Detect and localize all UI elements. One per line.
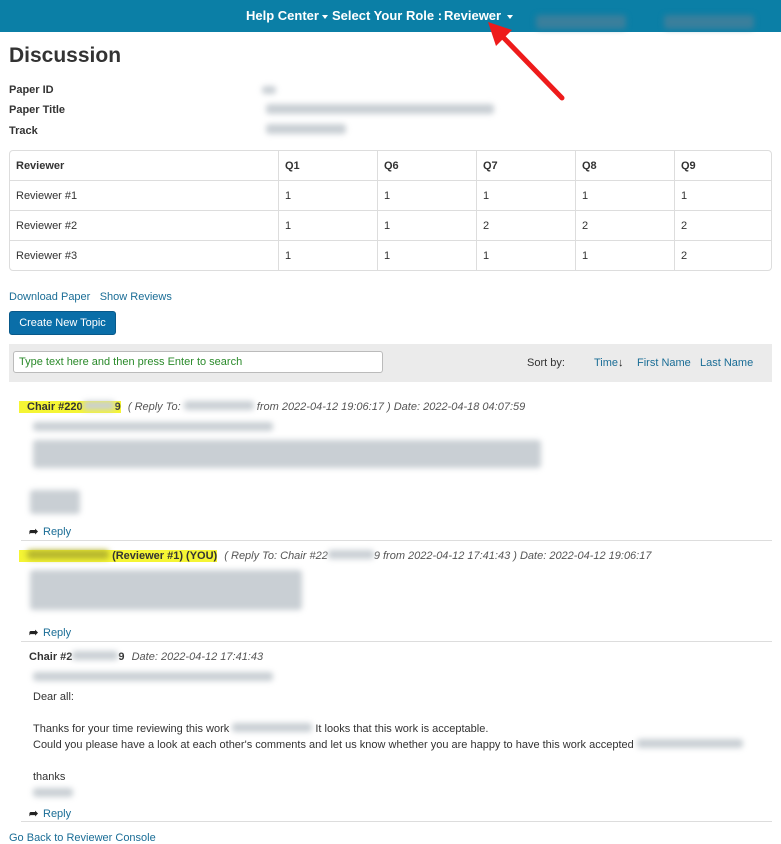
- col-header: Q8: [575, 151, 674, 180]
- cell: 1: [476, 240, 575, 270]
- cell: Reviewer #2: [10, 210, 278, 240]
- message-info: ( Reply To: Chair #22 9 from 2022-04-12 1…: [224, 550, 651, 562]
- top-nav-bar: Help Center Select Your Role : Reviewer: [0, 0, 781, 32]
- reply-to-label: ( Reply To:: [127, 401, 181, 413]
- cell: 1: [476, 180, 575, 210]
- message-body-redacted: [33, 672, 273, 681]
- col-header: Q1: [278, 151, 377, 180]
- sort-last-name-link[interactable]: Last Name: [700, 357, 753, 369]
- search-sort-bar: Sort by: Time↓ First Name Last Name: [9, 344, 772, 382]
- message-signoff: thanks: [33, 771, 66, 783]
- cell: Reviewer #1: [10, 180, 278, 210]
- message-header: Chair #2 9 Date: 2022-04-12 17:41:43: [29, 651, 263, 663]
- cell: 1: [377, 240, 476, 270]
- paper-title-value-redacted: [266, 104, 494, 114]
- cell: 2: [674, 240, 771, 270]
- reply-button[interactable]: ➦ Reply: [29, 525, 71, 538]
- author-suffix: 9: [114, 401, 121, 413]
- message-line: Thanks for your time reviewing this work…: [33, 723, 488, 735]
- cell: 1: [674, 180, 771, 210]
- track-value-redacted: [266, 124, 346, 134]
- paper-id-label: Paper ID: [9, 84, 54, 96]
- message-text: Thanks for your time reviewing this work: [33, 723, 230, 735]
- message-dates: 9 from 2022-04-12 17:41:43 ) Date: 2022-…: [373, 550, 652, 562]
- back-to-console-link[interactable]: Go Back to Reviewer Console: [9, 832, 156, 844]
- divider: [21, 821, 772, 822]
- reply-label: Reply: [43, 627, 72, 639]
- message-body-redacted: [33, 422, 273, 431]
- scores-table: Reviewer Q1 Q6 Q7 Q8 Q9 Reviewer #1 1 1 …: [9, 150, 772, 271]
- cell: 1: [377, 210, 476, 240]
- paper-title-label: Paper Title: [9, 104, 66, 116]
- message-text: Could you please have a look at each oth…: [33, 739, 634, 751]
- table-row: Reviewer #1 1 1 1 1 1: [10, 180, 771, 210]
- reply-arrow-icon: ➦: [29, 808, 39, 820]
- message-greeting: Dear all:: [33, 691, 74, 703]
- author-name: Chair #2: [29, 651, 73, 663]
- track-label: Track: [9, 125, 38, 137]
- cell: 1: [377, 180, 476, 210]
- cell: 1: [278, 180, 377, 210]
- message-date: Date: 2022-04-12 17:41:43: [131, 651, 264, 663]
- author-name: (Reviewer #1) (YOU): [112, 550, 218, 562]
- col-header: Reviewer: [16, 159, 65, 172]
- cell: 2: [575, 210, 674, 240]
- message-signature-redacted: [30, 490, 80, 514]
- cell: Reviewer #3: [10, 240, 278, 270]
- cell: 2: [674, 210, 771, 240]
- author-suffix: 9: [118, 651, 125, 663]
- message-author: (Reviewer #1) (YOU): [19, 550, 218, 562]
- table-row: Reviewer #3 1 1 1 1 2: [10, 240, 771, 270]
- message-info: ( Reply To: from 2022-04-12 19:06:17 ) D…: [128, 401, 525, 413]
- col-header: Q9: [674, 151, 771, 180]
- sort-time-label: Time: [594, 357, 619, 369]
- reply-button[interactable]: ➦ Reply: [29, 807, 71, 820]
- divider: [21, 641, 772, 642]
- col-header: Q7: [476, 151, 575, 180]
- author-name: Chair #220: [27, 401, 83, 413]
- arrow-down-icon: ↓: [618, 357, 624, 369]
- search-input[interactable]: [13, 351, 383, 373]
- create-new-topic-button[interactable]: Create New Topic: [9, 311, 116, 335]
- reply-arrow-icon: ➦: [29, 526, 39, 538]
- message-dates: from 2022-04-12 19:06:17 ) Date: 2022-04…: [256, 401, 526, 413]
- reply-label: Reply: [43, 808, 72, 820]
- sort-time-link[interactable]: Time↓: [594, 357, 624, 369]
- caret-down-icon: [321, 14, 328, 19]
- message-text: It looks that this work is acceptable.: [315, 723, 489, 735]
- table-header-row: Reviewer Q1 Q6 Q7 Q8 Q9: [10, 151, 771, 180]
- cell: 1: [575, 240, 674, 270]
- reply-arrow-icon: ➦: [29, 627, 39, 639]
- cell: 1: [278, 210, 377, 240]
- message-signature-redacted: [33, 788, 73, 797]
- cell: 1: [575, 180, 674, 210]
- download-paper-link[interactable]: Download Paper: [9, 291, 90, 303]
- help-center-label: Help Center: [246, 8, 319, 23]
- col-header: Q6: [377, 151, 476, 180]
- help-center-menu[interactable]: Help Center: [246, 0, 328, 32]
- reply-button[interactable]: ➦ Reply: [29, 626, 71, 639]
- annotation-arrow-icon: [488, 22, 565, 101]
- message-line: Could you please have a look at each oth…: [33, 739, 743, 751]
- message-header: (Reviewer #1) (YOU) ( Reply To: Chair #2…: [19, 550, 651, 562]
- divider: [21, 540, 772, 541]
- message-author: Chair #220 9: [19, 401, 121, 413]
- message-body-redacted: [30, 570, 302, 610]
- cell: 1: [278, 240, 377, 270]
- message-body-redacted: [33, 440, 541, 468]
- message-header: Chair #220 9 ( Reply To: from 2022-04-12 …: [19, 401, 525, 413]
- sort-by-label: Sort by:: [527, 357, 565, 369]
- paper-id-value-redacted: [262, 86, 276, 94]
- table-row: Reviewer #2 1 1 2 2 2: [10, 210, 771, 240]
- message-author: Chair #2 9: [29, 651, 125, 663]
- sort-first-name-link[interactable]: First Name: [637, 357, 691, 369]
- reply-to-label: ( Reply To: Chair #22: [224, 550, 328, 562]
- select-role-label: Select Your Role :: [332, 8, 443, 23]
- page-title: Discussion: [9, 44, 122, 67]
- account-menu[interactable]: [664, 9, 754, 29]
- cell: 2: [476, 210, 575, 240]
- reply-label: Reply: [43, 526, 72, 538]
- show-reviews-link[interactable]: Show Reviews: [100, 291, 172, 303]
